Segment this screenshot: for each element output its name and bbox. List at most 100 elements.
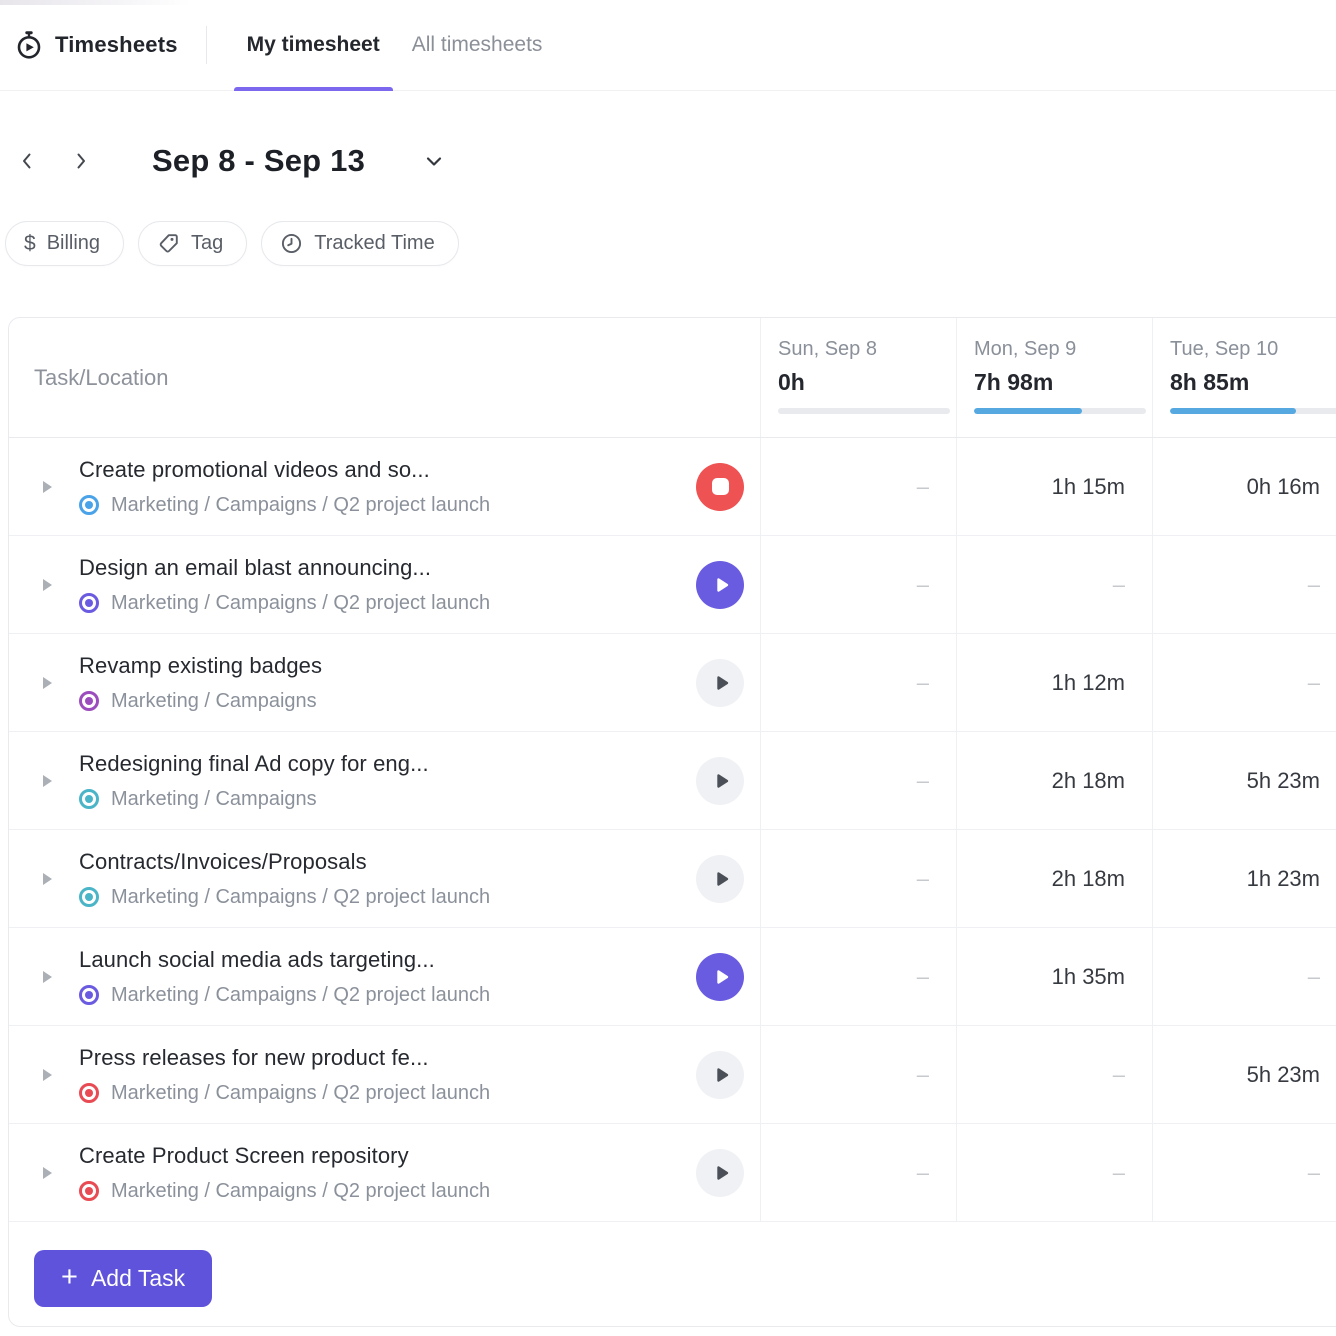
expand-caret-icon[interactable] bbox=[43, 677, 52, 689]
time-cell[interactable]: 1h 15m bbox=[956, 438, 1152, 535]
tab-label: All timesheets bbox=[412, 33, 543, 57]
expand-caret-icon[interactable] bbox=[43, 579, 52, 591]
play-timer-button[interactable] bbox=[696, 757, 744, 805]
table-row: Launch social media ads targeting... Mar… bbox=[9, 928, 1336, 1026]
stop-icon bbox=[712, 478, 729, 495]
task-title[interactable]: Launch social media ads targeting... bbox=[79, 947, 490, 973]
tab-all-timesheets[interactable]: All timesheets bbox=[399, 0, 556, 91]
time-cell[interactable]: – bbox=[760, 732, 956, 829]
time-cell[interactable]: 1h 23m bbox=[1152, 830, 1336, 927]
time-cell[interactable]: – bbox=[1152, 928, 1336, 1025]
task-title[interactable]: Press releases for new product fe... bbox=[79, 1045, 490, 1071]
play-timer-button[interactable] bbox=[696, 1149, 744, 1197]
tag-filter-chip[interactable]: Tag bbox=[138, 221, 247, 266]
chip-label: Tracked Time bbox=[314, 232, 434, 255]
task-cell: Redesigning final Ad copy for eng... Mar… bbox=[9, 732, 760, 829]
date-navigation: Sep 8 - Sep 13 bbox=[0, 91, 1336, 191]
date-range-dropdown-button[interactable] bbox=[421, 148, 447, 174]
task-cell: Create promotional videos and so... Mark… bbox=[9, 438, 760, 535]
location-breadcrumb: Marketing / Campaigns bbox=[111, 788, 317, 811]
prev-week-button[interactable] bbox=[6, 140, 48, 182]
table-row: Design an email blast announcing... Mark… bbox=[9, 536, 1336, 634]
time-cell[interactable]: 2h 18m bbox=[956, 830, 1152, 927]
task-title[interactable]: Create promotional videos and so... bbox=[79, 457, 490, 483]
task-cell: Design an email blast announcing... Mark… bbox=[9, 536, 760, 633]
play-icon bbox=[711, 868, 733, 890]
clock-icon bbox=[280, 232, 303, 255]
expand-caret-icon[interactable] bbox=[43, 971, 52, 983]
task-cell: Press releases for new product fe... Mar… bbox=[9, 1026, 760, 1123]
expand-caret-icon[interactable] bbox=[43, 481, 52, 493]
time-cell[interactable]: 5h 23m bbox=[1152, 732, 1336, 829]
status-icon bbox=[79, 593, 99, 613]
time-cell[interactable]: – bbox=[760, 438, 956, 535]
play-icon bbox=[711, 966, 733, 988]
location-breadcrumb: Marketing / Campaigns bbox=[111, 690, 317, 713]
time-cell[interactable]: – bbox=[760, 1026, 956, 1123]
task-location: Marketing / Campaigns / Q2 project launc… bbox=[79, 886, 490, 909]
day-header-tue: Tue, Sep 10 8h 85m bbox=[1152, 318, 1336, 437]
next-week-button[interactable] bbox=[60, 140, 102, 182]
time-cell[interactable]: 2h 18m bbox=[956, 732, 1152, 829]
time-cell[interactable]: – bbox=[760, 1124, 956, 1221]
play-timer-button[interactable] bbox=[696, 1051, 744, 1099]
time-cell[interactable]: – bbox=[1152, 634, 1336, 731]
active-tab-underline bbox=[234, 87, 393, 91]
add-task-label: Add Task bbox=[91, 1265, 185, 1292]
expand-caret-icon[interactable] bbox=[43, 873, 52, 885]
task-title[interactable]: Revamp existing badges bbox=[79, 653, 322, 679]
billing-filter-chip[interactable]: $ Billing bbox=[5, 221, 124, 266]
time-cell[interactable]: – bbox=[1152, 536, 1336, 633]
stop-timer-button[interactable] bbox=[696, 463, 744, 511]
time-cell[interactable]: – bbox=[956, 1124, 1152, 1221]
location-breadcrumb: Marketing / Campaigns / Q2 project launc… bbox=[111, 592, 490, 615]
time-cell[interactable]: – bbox=[1152, 1124, 1336, 1221]
play-timer-button[interactable] bbox=[696, 561, 744, 609]
task-cell: Create Product Screen repository Marketi… bbox=[9, 1124, 760, 1221]
task-location-header: Task/Location bbox=[9, 318, 760, 437]
play-timer-button[interactable] bbox=[696, 659, 744, 707]
time-cell[interactable]: – bbox=[760, 830, 956, 927]
location-breadcrumb: Marketing / Campaigns / Q2 project launc… bbox=[111, 886, 490, 909]
time-cell[interactable]: – bbox=[760, 634, 956, 731]
play-timer-button[interactable] bbox=[696, 953, 744, 1001]
expand-caret-icon[interactable] bbox=[43, 775, 52, 787]
play-icon bbox=[711, 770, 733, 792]
status-icon bbox=[79, 985, 99, 1005]
table-row: Create promotional videos and so... Mark… bbox=[9, 438, 1336, 536]
plus-icon: + bbox=[61, 1263, 78, 1292]
time-cell[interactable]: – bbox=[956, 1026, 1152, 1123]
time-cell[interactable]: – bbox=[760, 928, 956, 1025]
tab-label: My timesheet bbox=[247, 33, 380, 57]
status-icon bbox=[79, 495, 99, 515]
location-breadcrumb: Marketing / Campaigns / Q2 project launc… bbox=[111, 1180, 490, 1203]
table-row: Redesigning final Ad copy for eng... Mar… bbox=[9, 732, 1336, 830]
stopwatch-icon bbox=[14, 30, 44, 60]
tracked-time-filter-chip[interactable]: Tracked Time bbox=[261, 221, 458, 266]
tab-my-timesheet[interactable]: My timesheet bbox=[234, 0, 393, 91]
time-cell[interactable]: 0h 16m bbox=[1152, 438, 1336, 535]
time-cell[interactable]: – bbox=[956, 536, 1152, 633]
task-title[interactable]: Redesigning final Ad copy for eng... bbox=[79, 751, 429, 777]
day-progress-bar bbox=[1170, 408, 1336, 414]
expand-caret-icon[interactable] bbox=[43, 1069, 52, 1081]
time-cell[interactable]: 1h 12m bbox=[956, 634, 1152, 731]
time-cell[interactable]: 5h 23m bbox=[1152, 1026, 1336, 1123]
add-task-button[interactable]: + Add Task bbox=[34, 1250, 212, 1307]
table-header-row: Task/Location Sun, Sep 8 0h Mon, Sep 9 7… bbox=[9, 318, 1336, 438]
task-title[interactable]: Contracts/Invoices/Proposals bbox=[79, 849, 490, 875]
chip-label: Billing bbox=[47, 232, 100, 255]
chip-label: Tag bbox=[191, 232, 223, 255]
task-title[interactable]: Design an email blast announcing... bbox=[79, 555, 490, 581]
play-timer-button[interactable] bbox=[696, 855, 744, 903]
table-footer: + Add Task bbox=[9, 1222, 1336, 1307]
expand-caret-icon[interactable] bbox=[43, 1167, 52, 1179]
time-cell[interactable]: – bbox=[760, 536, 956, 633]
table-row: Create Product Screen repository Marketi… bbox=[9, 1124, 1336, 1222]
task-location: Marketing / Campaigns / Q2 project launc… bbox=[79, 1082, 490, 1105]
play-icon bbox=[711, 574, 733, 596]
time-cell[interactable]: 1h 35m bbox=[956, 928, 1152, 1025]
tag-icon bbox=[157, 232, 180, 255]
task-title[interactable]: Create Product Screen repository bbox=[79, 1143, 490, 1169]
status-icon bbox=[79, 887, 99, 907]
